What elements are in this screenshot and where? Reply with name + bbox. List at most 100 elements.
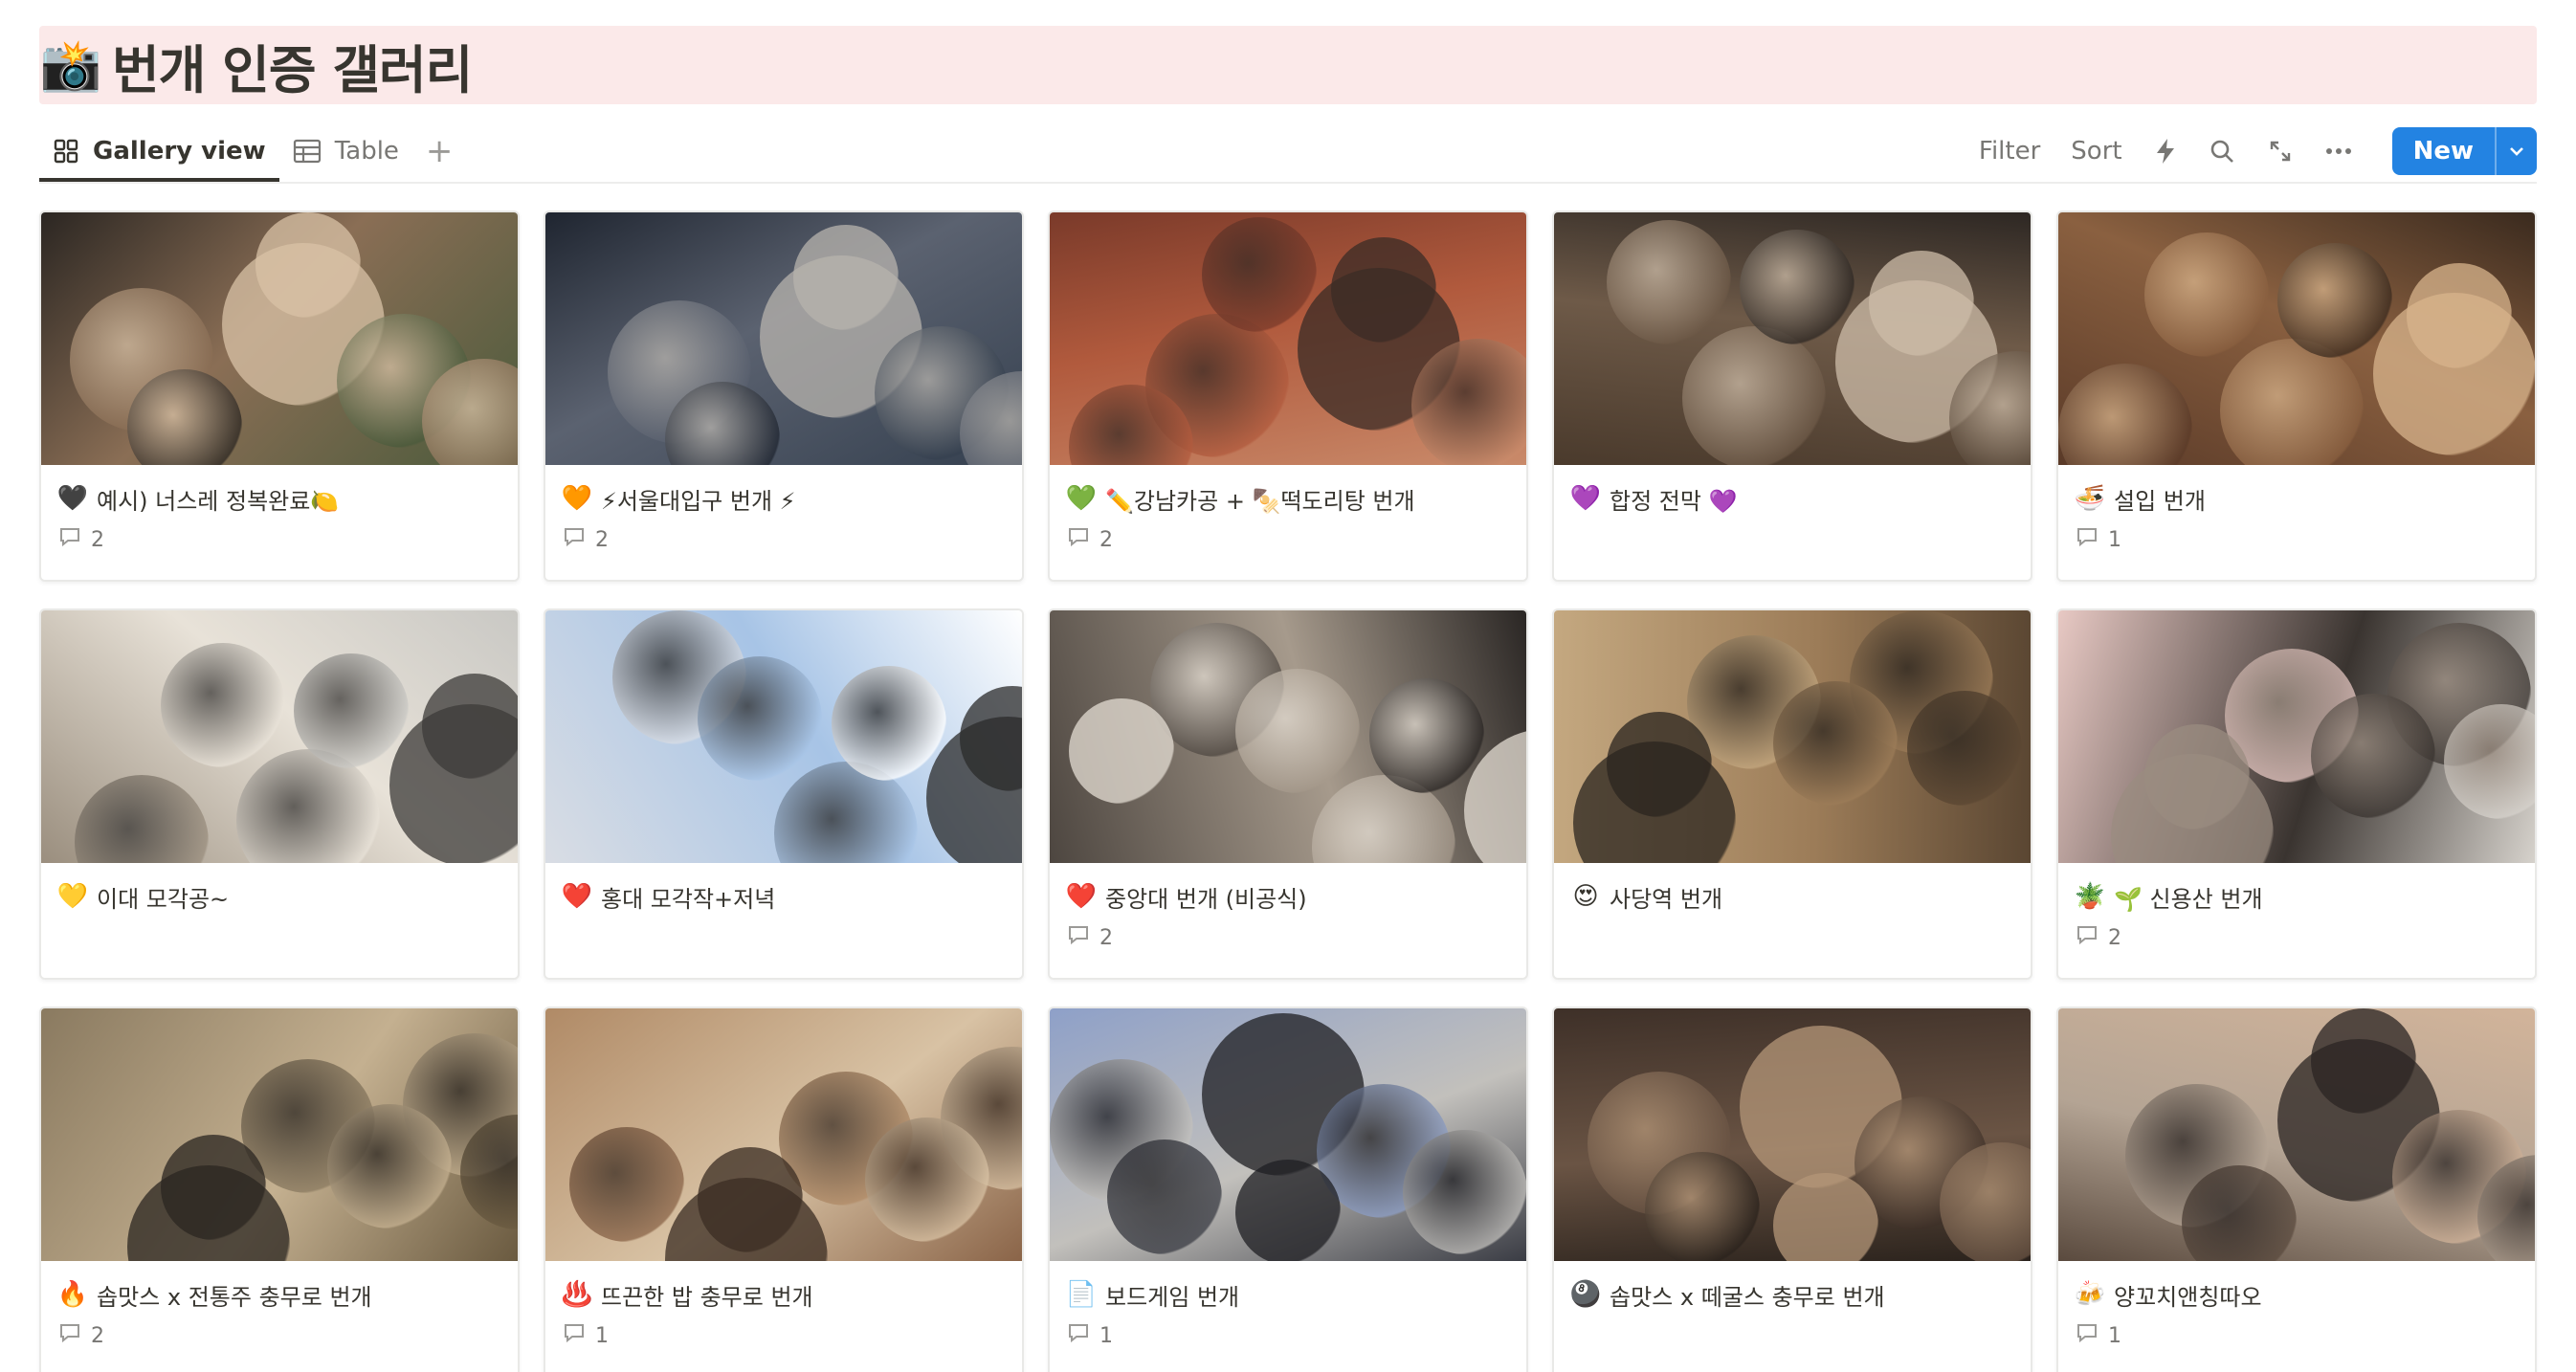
comment-count-value: 2 xyxy=(91,1323,104,1348)
comment-count-value: 1 xyxy=(2108,1323,2121,1348)
automation-lightning-icon[interactable] xyxy=(2155,138,2176,165)
card-cover-photo xyxy=(1554,610,2031,863)
card-title-row: 💛 이대 모각공~ xyxy=(41,863,518,915)
card-emoji-icon: ❤️ xyxy=(1065,882,1098,911)
new-button-group: New xyxy=(2391,127,2537,175)
add-view-button[interactable]: + xyxy=(418,132,461,170)
card-cover-photo xyxy=(1050,1008,1526,1261)
photo-figure xyxy=(160,1135,266,1240)
card-emoji-icon: 🍻 xyxy=(2074,1280,2106,1309)
photo-figure xyxy=(1106,1140,1222,1255)
gallery-card[interactable]: 😍 사당역 번개 xyxy=(1552,609,2032,980)
comment-icon xyxy=(563,526,595,553)
card-title: 중앙대 번개 (비공식) xyxy=(1105,885,1307,913)
card-title-row: 💚 ✏️강남카공 + 🍢떡도리탕 번개 xyxy=(1050,465,1526,517)
photo-figure xyxy=(1330,237,1436,343)
photo-figure xyxy=(2406,262,2512,368)
card-title: 사당역 번개 xyxy=(1610,885,1723,913)
tab-gallery-view[interactable]: Gallery view xyxy=(39,121,279,182)
card-title: 이대 모각공~ xyxy=(97,885,230,913)
card-title: 솝맛스 x 떼굴스 충무로 번개 xyxy=(1610,1283,1885,1311)
sort-button[interactable]: Sort xyxy=(2071,137,2121,166)
photo-figure xyxy=(1906,691,2022,807)
comment-count-value: 2 xyxy=(1099,925,1113,950)
comment-count: 1 xyxy=(1050,1313,1526,1349)
card-title: 예시) 너스레 정복완료🍋 xyxy=(97,487,340,515)
gallery-card[interactable]: 🎱 솝맛스 x 떼굴스 충무로 번개 xyxy=(1552,1007,2032,1372)
card-title: 양꼬치앤칭따오 xyxy=(2114,1283,2262,1311)
card-emoji-icon: 🔥 xyxy=(56,1280,89,1309)
toolbar-divider xyxy=(39,182,2537,184)
card-title-row: 🪴 🌱 신용산 번개 xyxy=(2058,863,2535,915)
page-title[interactable]: 번개 인증 갤러리 xyxy=(112,28,473,103)
gallery-card[interactable]: 🔥 솝맛스 x 전통주 충무로 번개 2 xyxy=(39,1007,520,1372)
photo-figure xyxy=(1773,680,1899,806)
card-emoji-icon: 🪴 xyxy=(2074,882,2106,911)
photo-figure xyxy=(255,212,362,318)
card-emoji-icon: 🧡 xyxy=(561,484,593,513)
gallery-card[interactable]: 💛 이대 모각공~ xyxy=(39,609,520,980)
comment-count-value: 1 xyxy=(2108,527,2121,552)
gallery-card[interactable]: ❤️ 중앙대 번개 (비공식) 2 xyxy=(1048,609,1528,980)
tab-table-label: Table xyxy=(334,137,399,166)
comment-count: 1 xyxy=(545,1313,1022,1349)
card-title-row: 📄 보드게임 번개 xyxy=(1050,1261,1526,1313)
photo-figure xyxy=(1235,1160,1342,1261)
gallery-card[interactable]: 🖤 예시) 너스레 정복완료🍋 2 xyxy=(39,210,520,582)
gallery-card[interactable]: 📄 보드게임 번개 1 xyxy=(1048,1007,1528,1372)
card-title-row: ❤️ 중앙대 번개 (비공식) xyxy=(1050,863,1526,915)
comment-count: 2 xyxy=(2058,915,2535,951)
comment-count: 2 xyxy=(1050,517,1526,553)
photo-figure xyxy=(568,1127,684,1243)
photo-figure xyxy=(74,774,209,863)
card-emoji-icon: 💜 xyxy=(1569,484,1602,513)
card-cover-photo xyxy=(1050,212,1526,465)
gallery-card[interactable]: 💚 ✏️강남카공 + 🍢떡도리탕 번개 2 xyxy=(1048,210,1528,582)
card-title: 설입 번개 xyxy=(2114,487,2206,515)
gallery-card[interactable]: ♨️ 뜨끈한 밥 충무로 번개 1 xyxy=(544,1007,1024,1372)
photo-figure xyxy=(293,653,409,768)
comment-count-value: 1 xyxy=(595,1323,609,1348)
new-button[interactable]: New xyxy=(2392,127,2495,175)
card-title-row: 🍻 양꼬치앤칭따오 xyxy=(2058,1261,2535,1313)
card-cover-photo xyxy=(2058,610,2535,863)
gallery-card[interactable]: 💜 합정 전막 💜 xyxy=(1552,210,2032,582)
new-dropdown-chevron-icon[interactable] xyxy=(2495,127,2537,175)
comment-count: 1 xyxy=(2058,517,2535,553)
comment-count: 2 xyxy=(41,517,518,553)
card-title-row: ❤️ 홍대 모각작+저녁 xyxy=(545,863,1022,915)
tab-table[interactable]: Table xyxy=(279,121,412,182)
card-title-row: 💜 합정 전막 💜 xyxy=(1554,465,2031,517)
card-emoji-icon: 🖤 xyxy=(56,484,89,513)
photo-figure xyxy=(2143,723,2250,830)
comment-count: 2 xyxy=(41,1313,518,1349)
gallery-card[interactable]: 🧡 ⚡서울대입구 번개 ⚡ 2 xyxy=(544,210,1024,582)
card-title-row: ♨️ 뜨끈한 밥 충무로 번개 xyxy=(545,1261,1022,1313)
photo-figure xyxy=(1068,698,1174,805)
photo-figure xyxy=(422,674,518,779)
gallery-card[interactable]: 🍜 설입 번개 1 xyxy=(2056,210,2537,582)
page-icon[interactable]: 📸 xyxy=(40,35,102,95)
card-emoji-icon: ♨️ xyxy=(561,1280,593,1309)
photo-figure xyxy=(2310,1008,2416,1114)
filter-button[interactable]: Filter xyxy=(1979,137,2040,166)
card-title: ✏️강남카공 + 🍢떡도리탕 번개 xyxy=(1105,487,1415,515)
card-cover-photo xyxy=(41,212,518,465)
gallery-card[interactable]: 🪴 🌱 신용산 번개 2 xyxy=(2056,609,2537,980)
photo-figure xyxy=(792,225,899,331)
photo-figure xyxy=(1682,325,1827,465)
gallery-card[interactable]: 🍻 양꼬치앤칭따오 1 xyxy=(2056,1007,2537,1372)
expand-arrows-icon[interactable] xyxy=(2268,139,2293,164)
card-cover-photo xyxy=(41,610,518,863)
card-title: ⚡서울대입구 번개 ⚡ xyxy=(601,487,796,515)
card-emoji-icon: 😍 xyxy=(1572,882,1599,911)
photo-figure xyxy=(2220,339,2365,465)
photo-figure xyxy=(1644,1152,1760,1261)
comment-icon xyxy=(1067,924,1099,951)
database-toolbar: Filter Sort New xyxy=(1948,121,2537,182)
more-options-icon[interactable] xyxy=(2325,147,2352,155)
comment-icon xyxy=(2076,924,2108,951)
gallery-card[interactable]: ❤️ 홍대 모각작+저녁 xyxy=(544,609,1024,980)
search-icon[interactable] xyxy=(2209,138,2235,165)
card-emoji-icon: ❤️ xyxy=(561,882,593,911)
